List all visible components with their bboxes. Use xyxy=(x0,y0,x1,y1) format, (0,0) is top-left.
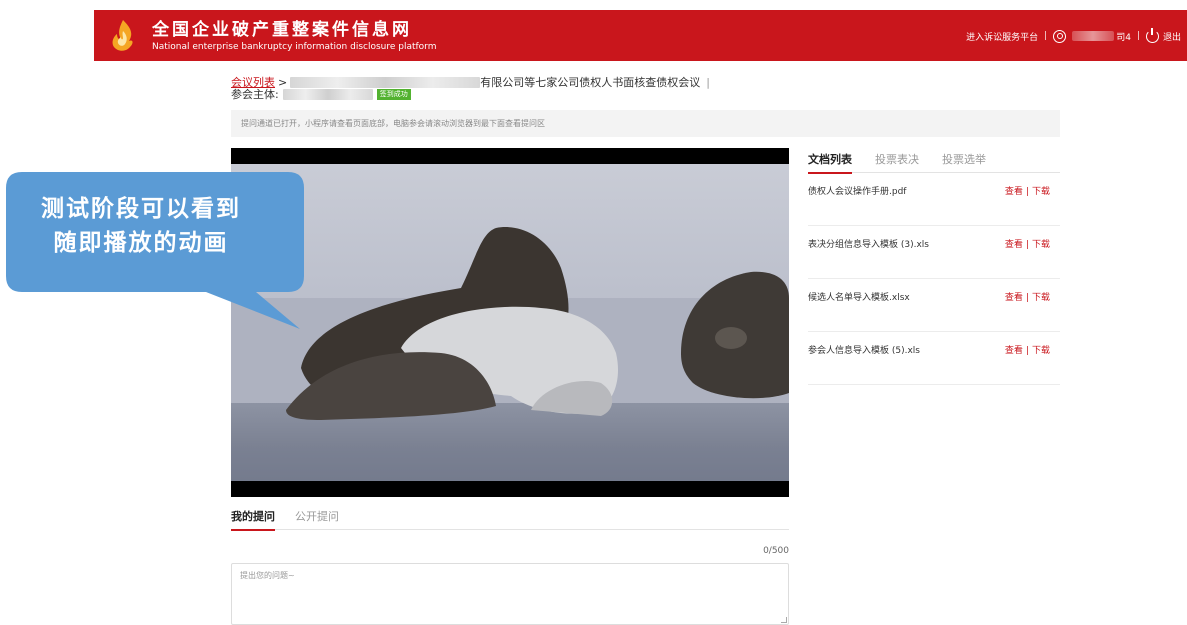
view-link[interactable]: 查看 xyxy=(1005,293,1023,303)
tab-election[interactable]: 投票选举 xyxy=(942,153,986,173)
blurred-user-name xyxy=(1072,31,1115,41)
blurred-company-name xyxy=(290,77,481,88)
meeting-title: 有限公司等七家公司债权人书面核查债权会议 xyxy=(480,76,701,89)
site-subtitle: National enterprise bankruptcy informati… xyxy=(152,42,437,52)
user-name[interactable]: 司4 xyxy=(1116,30,1131,43)
view-link[interactable]: 查看 xyxy=(1005,187,1023,197)
question-channel-notice: 提问通道已打开，小程序请查看页面底部，电脑参会请滚动浏览器到最下面查看提问区 xyxy=(231,110,1060,137)
litigation-platform-link[interactable]: 进入诉讼服务平台 xyxy=(966,30,1038,43)
document-name: 表决分组信息导入模板 (3).xls xyxy=(808,240,929,250)
list-item: 债权人会议操作手册.pdf 查看 | 下载 xyxy=(808,173,1060,226)
user-icon[interactable] xyxy=(1053,29,1067,43)
question-input[interactable] xyxy=(231,563,789,625)
view-link[interactable]: 查看 xyxy=(1005,240,1023,250)
callout-line-1: 测试阶段可以看到 xyxy=(41,196,241,222)
logout-link[interactable]: 退出 xyxy=(1163,30,1181,43)
question-tabs: 我的提问 公开提问 xyxy=(231,510,789,531)
document-name: 参会人信息导入模板 (5).xls xyxy=(808,346,920,356)
callout-line-2: 随即播放的动画 xyxy=(53,230,229,256)
download-link[interactable]: 下载 xyxy=(1032,293,1050,303)
callout-text: 测试阶段可以看到 随即播放的动画 xyxy=(6,192,276,260)
tab-public-questions[interactable]: 公开提问 xyxy=(295,510,339,530)
breadcrumb-separator: | xyxy=(706,76,710,89)
document-actions: 查看 | 下载 xyxy=(1004,240,1050,250)
list-item: 参会人信息导入模板 (5).xls 查看 | 下载 xyxy=(808,332,1060,385)
list-item: 表决分组信息导入模板 (3).xls 查看 | 下载 xyxy=(808,226,1060,279)
document-tabs: 文档列表 投票表决 投票选举 xyxy=(808,153,1060,174)
download-link[interactable]: 下载 xyxy=(1032,346,1050,356)
document-name: 候选人名单导入模板.xlsx xyxy=(808,293,910,303)
character-counter: 0/500 xyxy=(763,546,789,556)
video-player[interactable] xyxy=(231,148,789,497)
header-user-area: 进入诉讼服务平台 | 司4 | 退出 xyxy=(966,27,1181,45)
participant-row: 参会主体: 签到成功 xyxy=(231,88,411,101)
flame-logo-icon xyxy=(112,20,133,51)
download-link[interactable]: 下载 xyxy=(1032,187,1050,197)
signed-in-badge: 签到成功 xyxy=(376,89,411,100)
document-actions: 查看 | 下载 xyxy=(1004,293,1050,303)
document-name: 债权人会议操作手册.pdf xyxy=(808,187,907,197)
tab-my-questions[interactable]: 我的提问 xyxy=(231,510,275,531)
document-list: 债权人会议操作手册.pdf 查看 | 下载 表决分组信息导入模板 (3).xls 查… xyxy=(808,173,1060,385)
list-item: 候选人名单导入模板.xlsx 查看 | 下载 xyxy=(808,279,1060,332)
document-actions: 查看 | 下载 xyxy=(1004,187,1050,197)
blurred-participant-name xyxy=(282,89,373,100)
header-separator: | xyxy=(1044,31,1048,41)
top-header-bar: 全国企业破产重整案件信息网 National enterprise bankru… xyxy=(94,10,1187,61)
site-title: 全国企业破产重整案件信息网 xyxy=(152,20,412,40)
tab-document-list[interactable]: 文档列表 xyxy=(808,153,852,174)
document-actions: 查看 | 下载 xyxy=(1004,346,1050,356)
resize-grip-icon[interactable] xyxy=(781,617,787,623)
download-link[interactable]: 下载 xyxy=(1032,240,1050,250)
video-frame-seals xyxy=(231,148,789,497)
header-separator: | xyxy=(1136,31,1140,41)
participant-label: 参会主体: xyxy=(231,88,279,101)
view-link[interactable]: 查看 xyxy=(1005,346,1023,356)
tab-voting[interactable]: 投票表决 xyxy=(875,153,919,173)
power-icon[interactable] xyxy=(1145,27,1159,43)
